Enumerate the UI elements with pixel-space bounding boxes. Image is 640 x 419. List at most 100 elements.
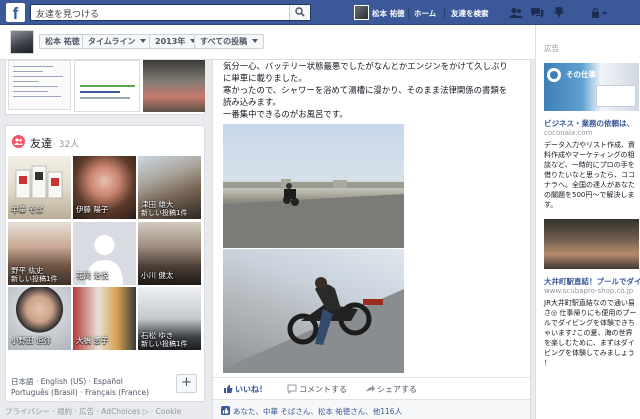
divider bbox=[444, 7, 445, 18]
photo-thumbnail[interactable] bbox=[8, 60, 71, 110]
post-text-line: に単車に載りました。 bbox=[223, 73, 307, 83]
ad-body-line: さ◎ 仕事帰りにも便用のプー bbox=[544, 309, 637, 317]
thumbnail-line bbox=[13, 96, 61, 97]
friend-requests-icon[interactable] bbox=[509, 7, 523, 19]
thumbnail-bar bbox=[80, 97, 130, 99]
share-button[interactable]: シェアする bbox=[377, 384, 417, 395]
ad-body-line: ！ bbox=[544, 359, 551, 367]
footer-links[interactable]: プライバシー · 規約 · 広告 · AdChoices ▷ · Cookie bbox=[5, 406, 181, 417]
ad-body-line: ビングを体験してみましょう bbox=[544, 349, 635, 357]
friend-name: 中華 そば bbox=[11, 205, 44, 214]
privacy-lock-icon[interactable] bbox=[590, 7, 608, 19]
photo-thumbnail[interactable] bbox=[74, 60, 140, 112]
coconala-logo-icon bbox=[547, 68, 561, 82]
friend-name: 小川 健太 bbox=[141, 271, 174, 280]
profile-thumbnail[interactable] bbox=[10, 30, 34, 54]
all-posts-dropdown[interactable]: すべての投稿 bbox=[194, 34, 265, 49]
likes-bar: あなた、中華 そばさん、松本 祐徳さん、他116人 bbox=[213, 399, 530, 419]
post-photo[interactable] bbox=[223, 249, 404, 373]
top-bar: f 友達を見つける 松本 祐徳 ホーム 友達を検索 bbox=[0, 0, 640, 25]
friend-tile[interactable]: 伊藤 陽子 bbox=[73, 156, 136, 219]
friend-name: 小野田 恒弥 bbox=[11, 336, 51, 345]
ad-body-line: 借りたいなと思ったら、ココ bbox=[544, 171, 635, 179]
user-avatar[interactable] bbox=[354, 5, 369, 20]
language-links[interactable]: 日本語 · English (US) · Español bbox=[11, 376, 123, 387]
photo-thumbnail[interactable] bbox=[143, 60, 205, 112]
thumbnail-bar bbox=[80, 85, 135, 87]
like-button[interactable]: いいね！ bbox=[235, 384, 267, 395]
ad-body-line: ルでダイビングを体験できち bbox=[544, 319, 635, 327]
ad-screen bbox=[596, 85, 636, 107]
all-posts-label: すべての投稿 bbox=[200, 37, 248, 46]
divider bbox=[213, 377, 530, 378]
new-posts-label: 新しい投稿1件 bbox=[141, 340, 188, 348]
ad-image[interactable]: その仕事 bbox=[544, 63, 639, 111]
timeline-dropdown[interactable]: タイムライン bbox=[82, 34, 153, 49]
ads-sidebar: 広告 その仕事 ビジネス・業務の依頼は、 coconala.com データ入力や… bbox=[535, 25, 640, 419]
ad-body-line: す。 bbox=[544, 201, 558, 209]
post-text-line: 気分一心、バッテリー状態最悪でしたがなんとかエンジンをかけて久しぶり bbox=[223, 61, 508, 71]
friends-icon bbox=[12, 135, 25, 148]
ad-image[interactable] bbox=[544, 219, 639, 269]
notifications-icon[interactable] bbox=[552, 7, 566, 19]
friend-tile[interactable]: 大橋 恵子 bbox=[73, 287, 136, 350]
ad-body-line: ナラへ。全国の達人があなた bbox=[544, 181, 635, 189]
ad-body-line: の閣題を500円〜で解決しま bbox=[544, 191, 635, 199]
thumbnail-line bbox=[13, 66, 53, 67]
friend-name: 伊藤 陽子 bbox=[76, 205, 109, 214]
friend-tile[interactable]: 津田 雄大 新しい投稿1件 bbox=[138, 156, 201, 219]
friend-tile[interactable]: 石松 ゆき 新しい投稿1件 bbox=[138, 287, 201, 350]
photos-card bbox=[5, 60, 205, 115]
rider-photo bbox=[223, 277, 404, 373]
thumbnail-bar bbox=[80, 91, 120, 93]
friends-count: · 32人 bbox=[53, 140, 80, 150]
friends-card: 友達 · 32人 中華 そば 伊藤 陽子 津田 雄大 新しい投稿1件 野平 紘史… bbox=[5, 125, 205, 402]
ads-title: 広告 bbox=[544, 44, 559, 53]
share-icon bbox=[366, 385, 375, 392]
post-text-line: 読み込みます。 bbox=[223, 97, 281, 107]
ad-body-line: を楽しむために、まずはダイ bbox=[544, 339, 635, 347]
ad-url[interactable]: www.scubapro-shop.co.jp bbox=[544, 287, 633, 295]
year-label: 2013年 bbox=[155, 37, 186, 46]
search-placeholder: 友達を見つける bbox=[36, 10, 100, 20]
friend-name: 花岡 治悦 bbox=[76, 271, 109, 280]
chevron-down-icon bbox=[252, 39, 259, 43]
timeline-nav-bar: 松本 祐徳 タイムライン 2013年 すべての投稿 bbox=[0, 25, 535, 60]
language-links[interactable]: Português (Brasil) · Français (France) bbox=[11, 388, 149, 397]
profile-name-button[interactable]: 松本 祐徳 bbox=[39, 34, 86, 49]
profile-link[interactable]: 松本 祐徳 bbox=[372, 8, 405, 19]
divider bbox=[408, 7, 409, 18]
timeline-label: タイムライン bbox=[88, 37, 136, 46]
friend-tile[interactable]: 小野田 恒弥 bbox=[8, 287, 71, 350]
ad-title[interactable]: 大井町駅直結！プールでダイ… bbox=[544, 276, 640, 287]
thumbnail-line bbox=[13, 86, 58, 87]
product-photo bbox=[15, 165, 63, 199]
friend-tile[interactable]: 中華 そば bbox=[8, 156, 71, 219]
ad-body-line: ゃいます♪この夏、海の世界 bbox=[544, 329, 633, 337]
comment-button[interactable]: コメントする bbox=[299, 384, 347, 395]
post-card: 気分一心、バッテリー状態最悪でしたがなんとかエンジンをかけて久しぶり に単車に載… bbox=[212, 60, 531, 419]
facebook-logo[interactable]: f bbox=[6, 3, 25, 22]
friend-tile[interactable]: 花岡 治悦 bbox=[73, 222, 136, 285]
home-link[interactable]: ホーム bbox=[414, 8, 436, 19]
motorcycle-photo bbox=[223, 179, 404, 248]
friend-tile[interactable]: 野平 紘史 新しい投稿1件 bbox=[8, 222, 71, 285]
friend-tile[interactable]: 小川 健太 bbox=[138, 222, 201, 285]
ad-body-line: 談など、一時的にプロの手を bbox=[544, 161, 635, 169]
thumbnail-line bbox=[13, 76, 63, 77]
find-friends-link[interactable]: 友達を検索 bbox=[451, 8, 489, 19]
new-posts-label: 新しい投稿1件 bbox=[141, 209, 188, 217]
ad-url[interactable]: coconala.com bbox=[544, 129, 592, 137]
friend-name: 大橋 恵子 bbox=[76, 336, 109, 345]
post-photo[interactable] bbox=[223, 124, 404, 248]
likes-summary[interactable]: あなた、中華 そばさん、松本 祐徳さん、他116人 bbox=[233, 406, 402, 417]
like-thumb-icon bbox=[221, 406, 230, 415]
ad-title[interactable]: ビジネス・業務の依頼は、 bbox=[544, 118, 634, 129]
ad-body-line: 料作成やマーケティングの相 bbox=[544, 151, 635, 159]
search-input[interactable]: 友達を見つける bbox=[30, 4, 311, 21]
messages-icon[interactable] bbox=[530, 7, 544, 19]
thumbnail-line bbox=[13, 81, 38, 82]
add-language-button[interactable]: + bbox=[176, 374, 197, 393]
friends-title[interactable]: 友達 bbox=[30, 135, 52, 151]
search-button[interactable] bbox=[289, 5, 310, 20]
